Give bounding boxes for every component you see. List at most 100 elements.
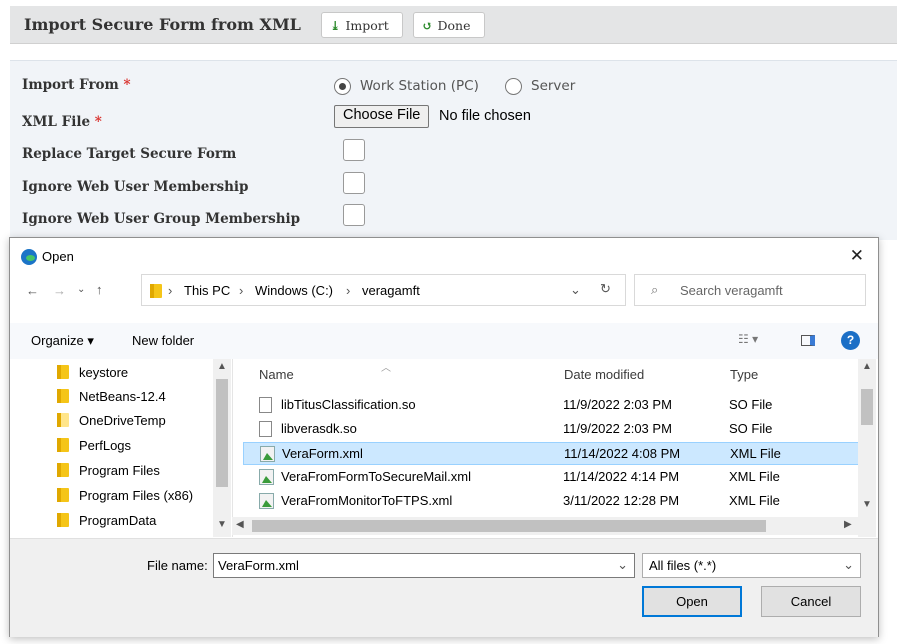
- new-folder-button[interactable]: New folder: [132, 333, 194, 348]
- ignore-user-checkbox[interactable]: [343, 172, 365, 194]
- scroll-down-icon[interactable]: ▼: [862, 499, 872, 510]
- file-name-input[interactable]: VeraForm.xml ⌄: [213, 553, 635, 578]
- folder-icon: [57, 513, 69, 527]
- file-scroll-thumb[interactable]: [861, 389, 873, 425]
- file-type: SO File: [729, 397, 773, 412]
- ignore-group-checkbox[interactable]: [343, 204, 365, 226]
- nav-item-label: keystore: [79, 364, 129, 380]
- nav-scrollbar[interactable]: ▲ ▼: [213, 359, 231, 537]
- breadcrumb-item[interactable]: This PC: [184, 283, 230, 298]
- recent-chevron-icon[interactable]: ⌄: [77, 284, 85, 295]
- nav-item[interactable]: Program Files: [57, 459, 160, 481]
- import-button[interactable]: ⤓ Import: [321, 12, 403, 38]
- search-input[interactable]: ⌕ Search veragamft: [634, 274, 866, 306]
- address-bar[interactable]: › This PC › Windows (C:) › veragamft ⌄ ↻: [141, 274, 626, 306]
- file-date: 11/14/2022 4:08 PM: [564, 446, 681, 461]
- file-list-vscrollbar[interactable]: ▲ ▼: [858, 359, 876, 537]
- chevron-down-icon[interactable]: ⌄: [570, 282, 581, 298]
- file-name: VeraFromMonitorToFTPS.xml: [281, 493, 453, 508]
- file-row[interactable]: VeraFromFormToSecureMail.xml 11/14/2022 …: [243, 466, 860, 489]
- up-icon[interactable]: ↑: [96, 282, 103, 297]
- file-name-label: File name:: [147, 558, 208, 573]
- nav-item-label: ProgramData: [79, 512, 157, 528]
- file-row[interactable]: libverasdk.so 11/9/2022 2:03 PM SO File: [243, 418, 860, 441]
- folder-icon: [57, 438, 69, 452]
- nav-item[interactable]: PerfLogs: [57, 434, 131, 456]
- file-row-selected[interactable]: VeraForm.xml 11/14/2022 4:08 PM XML File: [243, 442, 860, 465]
- choose-file-button[interactable]: Choose File: [334, 105, 430, 128]
- file-list: Name Date modified Type ︿ libTitusClassi…: [232, 359, 878, 537]
- file-date: 11/14/2022 4:14 PM: [563, 469, 680, 484]
- preview-pane-icon[interactable]: [801, 335, 815, 346]
- column-header-type[interactable]: Type: [730, 367, 758, 382]
- import-button-label: Import: [345, 17, 389, 33]
- folder-icon: [57, 389, 69, 403]
- radio-server[interactable]: [505, 78, 522, 95]
- search-placeholder: Search veragamft: [680, 283, 783, 298]
- folder-icon: [57, 463, 69, 477]
- scroll-up-icon[interactable]: ▲: [217, 361, 227, 372]
- back-icon[interactable]: ←: [26, 283, 39, 298]
- file-list-hscrollbar[interactable]: ◀ ▶: [232, 517, 858, 535]
- file-name: libverasdk.so: [281, 421, 357, 436]
- scroll-up-icon[interactable]: ▲: [862, 361, 872, 372]
- nav-scroll-thumb[interactable]: [216, 379, 228, 487]
- file-type: XML File: [729, 469, 780, 484]
- scroll-down-icon[interactable]: ▼: [217, 519, 227, 530]
- organize-button[interactable]: Organize ▾: [31, 333, 94, 349]
- chevron-down-icon[interactable]: ⌄: [617, 557, 628, 573]
- refresh-icon[interactable]: ↻: [600, 281, 611, 297]
- breadcrumb-sep-icon: ›: [346, 283, 351, 298]
- view-options-icon[interactable]: ☷ ▾: [738, 332, 758, 346]
- nav-item[interactable]: NetBeans-12.4: [57, 385, 166, 407]
- file-type-select[interactable]: All files (*.*) ⌄: [642, 553, 861, 578]
- search-icon: ⌕: [651, 282, 659, 297]
- done-button[interactable]: ↺ Done: [413, 12, 485, 38]
- replace-checkbox[interactable]: [343, 139, 365, 161]
- undo-icon: ↺: [422, 17, 433, 33]
- navigation-pane: keystore NetBeans-12.4 OneDriveTemp Perf…: [10, 359, 232, 537]
- nav-item[interactable]: ProgramData: [57, 509, 157, 531]
- scroll-left-icon[interactable]: ◀: [236, 519, 244, 530]
- nav-item-label: OneDriveTemp: [79, 412, 166, 428]
- page-title: Import Secure Form from XML: [24, 15, 301, 34]
- hscroll-thumb[interactable]: [252, 520, 766, 532]
- nav-item[interactable]: Program Files (x86): [57, 484, 194, 506]
- file-icon: [259, 397, 272, 413]
- scroll-right-icon[interactable]: ▶: [844, 519, 852, 530]
- file-name: libTitusClassification.so: [281, 397, 416, 412]
- download-icon: ⤓: [330, 17, 341, 33]
- cancel-button[interactable]: Cancel: [761, 586, 861, 617]
- nav-item-label: Program Files (x86): [79, 487, 194, 503]
- file-status: No file chosen: [439, 108, 531, 124]
- dialog-title: Open: [42, 249, 74, 264]
- open-button[interactable]: Open: [642, 586, 742, 617]
- column-header-date[interactable]: Date modified: [564, 367, 644, 382]
- radio-workstation[interactable]: [334, 78, 351, 95]
- forward-icon[interactable]: →: [53, 283, 66, 298]
- file-row[interactable]: VeraFromMonitorToFTPS.xml 3/11/2022 12:2…: [243, 490, 860, 513]
- file-name-value: VeraForm.xml: [218, 558, 299, 573]
- ignore-user-label: Ignore Web User Membership: [22, 179, 249, 195]
- breadcrumb-item[interactable]: Windows (C:): [255, 283, 333, 298]
- ignore-group-label: Ignore Web User Group Membership: [22, 211, 301, 227]
- import-from-label: Import From *: [22, 77, 131, 93]
- file-type-value: All files (*.*): [649, 558, 717, 573]
- file-type: XML File: [729, 493, 780, 508]
- nav-item[interactable]: keystore: [57, 361, 129, 383]
- nav-item-label: NetBeans-12.4: [79, 388, 166, 404]
- help-icon[interactable]: ?: [841, 331, 860, 350]
- folder-icon: [150, 284, 162, 298]
- radio-server-label: Server: [531, 78, 576, 94]
- file-row[interactable]: libTitusClassification.so 11/9/2022 2:03…: [243, 394, 860, 417]
- dialog-toolbar: Organize ▾ New folder ☷ ▾ ?: [10, 323, 878, 359]
- folder-icon: [57, 365, 69, 379]
- radio-workstation-label: Work Station (PC): [360, 78, 479, 94]
- close-icon[interactable]: ✕: [850, 246, 864, 266]
- breadcrumb-item[interactable]: veragamft: [362, 283, 420, 298]
- column-header-name[interactable]: Name: [259, 367, 294, 382]
- nav-item[interactable]: OneDriveTemp: [57, 409, 166, 431]
- chevron-down-icon[interactable]: ⌄: [843, 557, 854, 573]
- file-name: VeraForm.xml: [282, 446, 363, 461]
- file-type: XML File: [730, 446, 781, 461]
